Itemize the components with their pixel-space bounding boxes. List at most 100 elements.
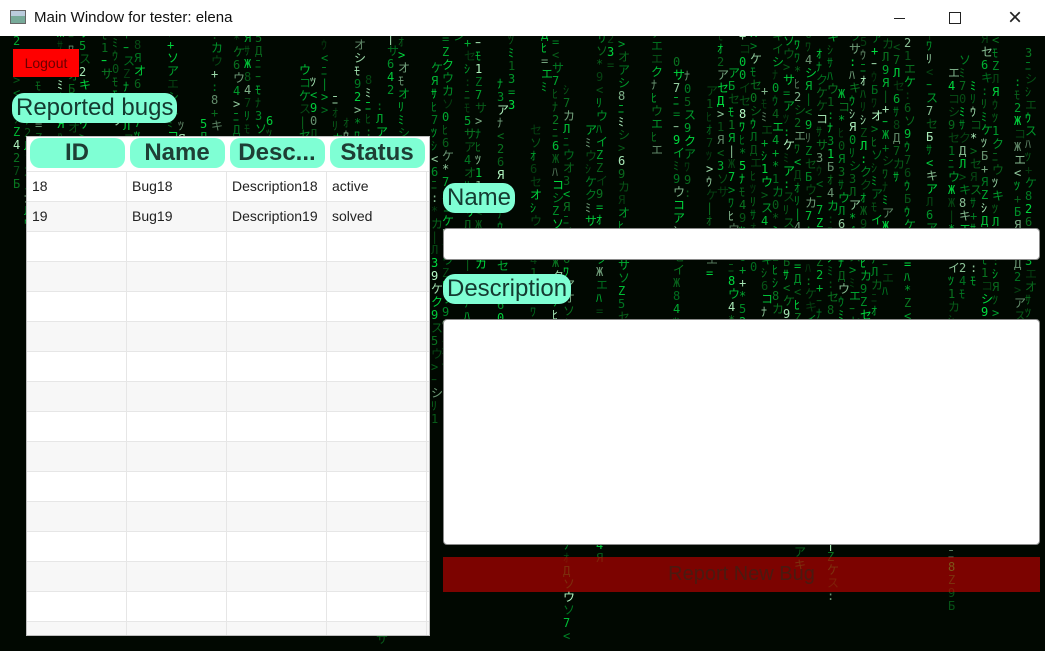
table-cell-empty [327, 532, 427, 561]
matrix-glyph: ﾋ [442, 123, 448, 137]
matrix-glyph: 1 [101, 41, 108, 55]
matrix-glyph: 2 [1014, 101, 1021, 115]
matrix-glyph: ﾅ [816, 60, 822, 74]
maximize-button[interactable] [926, 0, 984, 36]
matrix-glyph: : [431, 191, 438, 205]
matrix-glyph: Л [860, 139, 867, 153]
table-row[interactable]: 19 Bug19 Description19 solved [27, 201, 429, 231]
matrix-glyph: < [552, 48, 559, 62]
minimize-button[interactable] [870, 0, 928, 36]
matrix-glyph: エ [651, 143, 663, 157]
matrix-glyph: 3 [838, 165, 845, 179]
matrix-glyph: ﾜ [728, 196, 734, 210]
matrix-glyph: 1 [948, 144, 955, 158]
matrix-glyph: Я [618, 193, 625, 207]
matrix-glyph: 0 [673, 55, 680, 69]
matrix-glyph: オ [618, 50, 630, 64]
matrix-glyph: ﾓ [464, 101, 470, 115]
matrix-glyph: ﾆ [431, 178, 437, 192]
matrix-glyph: 9 [860, 282, 867, 296]
matrix-glyph: * [772, 159, 779, 173]
matrix-glyph: 6 [134, 77, 141, 91]
matrix-glyph: 2 [497, 142, 504, 156]
matrix-glyph: オ [1025, 280, 1037, 294]
column-header-name[interactable]: Name [129, 138, 225, 168]
column-header-status[interactable]: Status [329, 138, 425, 168]
matrix-glyph: ソ [167, 51, 179, 65]
matrix-glyph: ｳ [838, 295, 844, 309]
matrix-glyph: 2 [79, 65, 86, 79]
table-cell-empty [227, 232, 327, 261]
matrix-glyph: エ [167, 77, 179, 91]
matrix-glyph: Z [552, 204, 559, 218]
matrix-glyph: ア [167, 64, 179, 78]
matrix-glyph: Z [596, 148, 603, 162]
table-row[interactable]: 18 Bug18 Description18 active [27, 171, 429, 201]
matrix-glyph: 0 [112, 62, 119, 76]
matrix-glyph: Z [904, 296, 911, 310]
matrix-glyph: ｵ [596, 213, 602, 227]
matrix-glyph: Д [794, 168, 802, 182]
name-input[interactable] [443, 228, 1040, 260]
table-cell-empty [227, 322, 327, 351]
matrix-glyph: Z [123, 67, 130, 81]
title-bar: Main Window for tester: elena × [0, 0, 1045, 36]
matrix-glyph: 6 [981, 58, 988, 72]
matrix-glyph: ﾊ [805, 261, 811, 275]
matrix-glyph: ア [882, 206, 894, 220]
matrix-glyph: ｰ [123, 41, 129, 55]
matrix-glyph: ﾜ [871, 96, 877, 110]
table-cell-empty [27, 352, 127, 381]
matrix-glyph: ソ [563, 603, 575, 617]
matrix-glyph: 9 [684, 121, 691, 135]
matrix-glyph: ﾊ [1025, 137, 1031, 151]
matrix-glyph: ｰ [816, 190, 822, 204]
matrix-glyph: Я [805, 79, 812, 93]
column-header-description[interactable]: Desc... [229, 138, 325, 168]
matrix-glyph: ﾘ [398, 100, 404, 114]
matrix-glyph: > [970, 144, 977, 158]
matrix-glyph: 6 [618, 154, 625, 168]
table-cell-empty [27, 472, 127, 501]
description-textarea[interactable] [443, 319, 1040, 545]
table-cell-empty [227, 442, 327, 471]
matrix-glyph: Л [959, 157, 966, 171]
matrix-glyph: 7 [13, 164, 20, 178]
matrix-glyph: ﾐ [618, 115, 624, 129]
matrix-glyph: ﾊ [596, 122, 602, 136]
matrix-glyph: 8 [1025, 189, 1032, 203]
matrix-glyph: + [167, 38, 174, 52]
matrix-glyph: ﾊ [827, 69, 833, 83]
matrix-glyph: 4 [244, 83, 251, 97]
matrix-glyph: 8 [618, 89, 625, 103]
matrix-glyph: ﾋ [739, 133, 745, 147]
matrix-glyph: 2 [794, 90, 801, 104]
matrix-glyph: シ [618, 128, 630, 142]
matrix-glyph: | [431, 230, 438, 244]
matrix-glyph: ﾋ [794, 298, 800, 312]
matrix-glyph: * [772, 211, 779, 225]
matrix-glyph: ｼ [871, 161, 877, 175]
table-cell-empty [27, 382, 127, 411]
matrix-glyph: ﾋ [431, 100, 437, 114]
matrix-glyph: Ж [552, 152, 560, 166]
logout-button[interactable]: Logout [13, 49, 79, 77]
close-button[interactable]: × [986, 0, 1044, 36]
table-cell-empty [27, 322, 127, 351]
report-new-bug-button[interactable]: Report New Bug [443, 557, 1040, 592]
matrix-glyph: 6 [387, 57, 394, 71]
matrix-glyph: ｳ [750, 117, 756, 131]
matrix-glyph: Ж [1014, 114, 1022, 128]
column-header-id[interactable]: ID [29, 138, 125, 168]
matrix-glyph: 9 [442, 305, 449, 319]
matrix-glyph: ﾓ [354, 64, 360, 78]
matrix-glyph: 0 [838, 139, 845, 153]
matrix-glyph: 8 [772, 289, 779, 303]
matrix-glyph: Я [992, 280, 999, 294]
matrix-glyph: ﾂ [1025, 306, 1031, 320]
table-row-empty [27, 321, 429, 351]
matrix-glyph: 1 [772, 172, 779, 186]
matrix-glyph: 8 [673, 289, 680, 303]
bugs-table[interactable]: ID Name Desc... Status 18 Bug18 Descript… [26, 136, 430, 636]
matrix-glyph: カ [618, 180, 630, 194]
